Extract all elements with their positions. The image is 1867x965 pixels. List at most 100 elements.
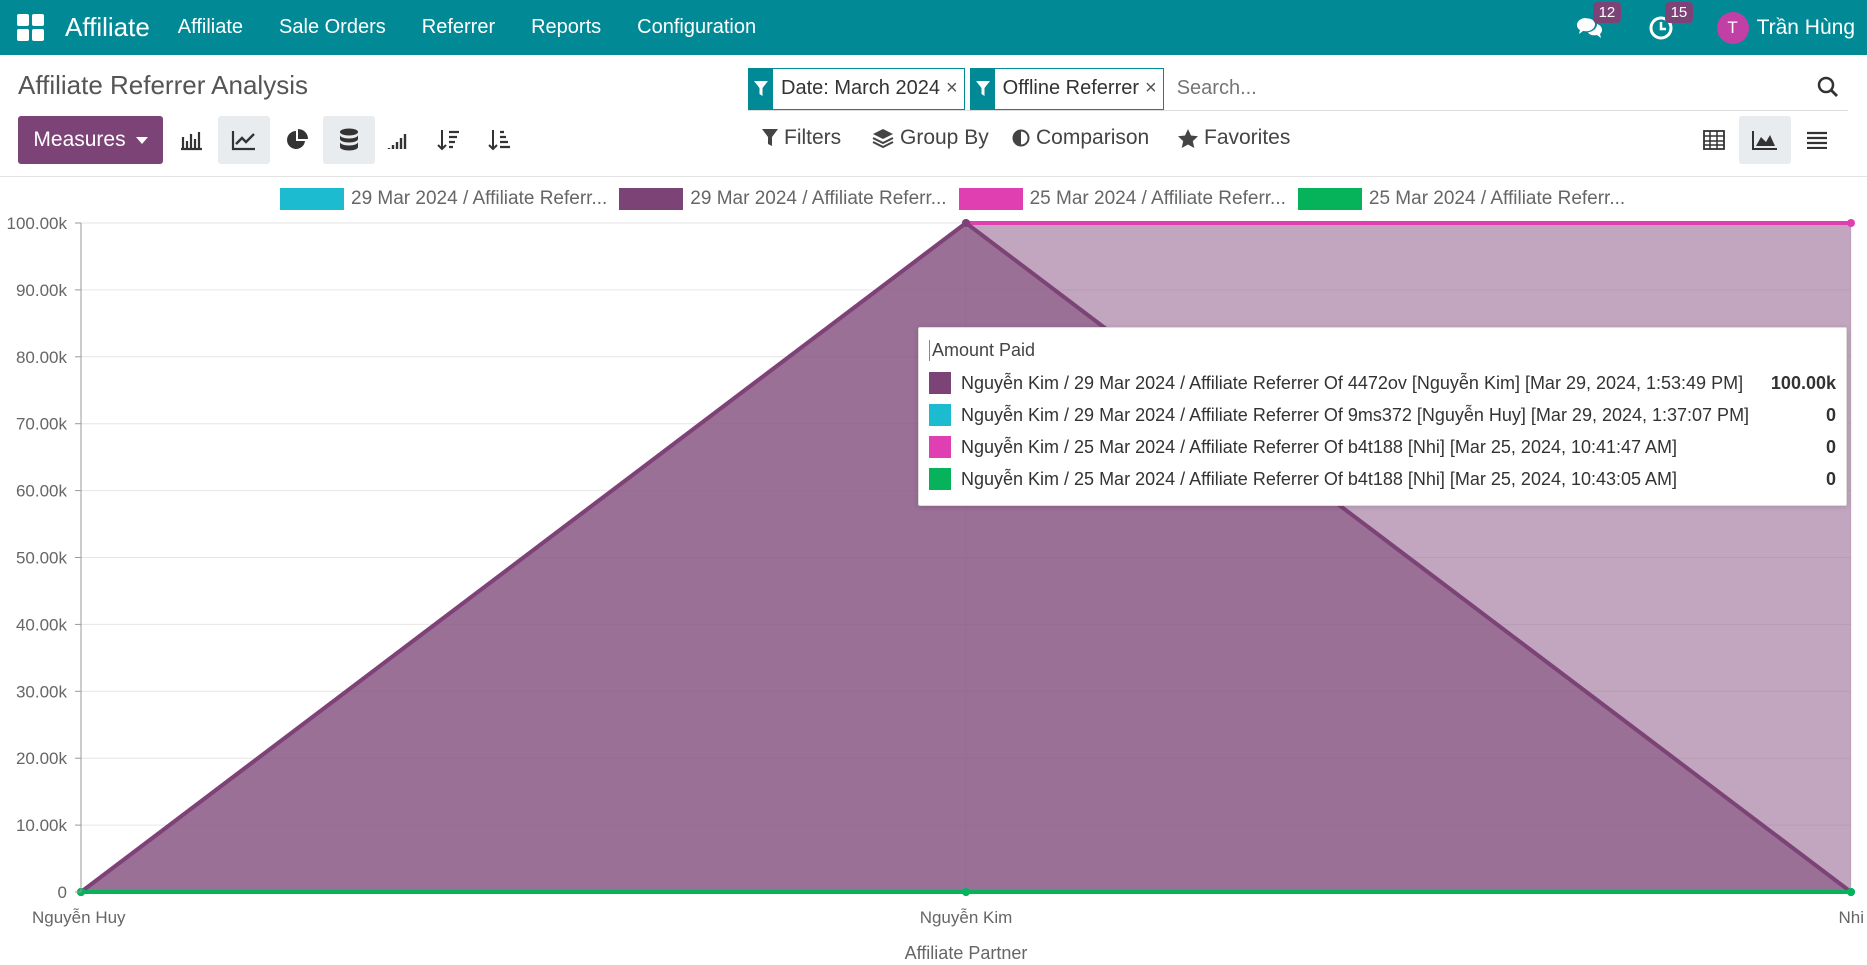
tooltip-label: Nguyễn Kim / 25 Mar 2024 / Affiliate Ref…	[961, 436, 1678, 457]
page-title: Affiliate Referrer Analysis	[18, 70, 308, 100]
tooltip-label: Nguyễn Kim / 29 Mar 2024 / Affiliate Ref…	[961, 404, 1750, 425]
line-chart-button[interactable]	[218, 116, 270, 164]
tooltip-title: Amount Paid	[929, 340, 1836, 361]
tooltip-value: 0	[1825, 468, 1836, 489]
cumulative-button[interactable]	[372, 116, 424, 164]
bar-chart-button[interactable]	[165, 116, 217, 164]
filter-icon	[762, 129, 778, 146]
y-tick-label: 60.00k	[16, 482, 68, 501]
facet-date-label: Date: March 2024	[781, 77, 940, 99]
top-navbar: Affiliate Affiliate Sale Orders Referrer…	[0, 0, 1867, 55]
pie-chart-button[interactable]	[271, 116, 323, 164]
table-icon	[1703, 130, 1725, 150]
tooltip-row: Nguyễn Kim / 29 Mar 2024 / Affiliate Ref…	[929, 367, 1836, 399]
measures-label: Measures	[33, 128, 126, 151]
area-chart-icon	[1752, 131, 1777, 150]
tooltip-value: 0	[1825, 436, 1836, 457]
messages-button[interactable]: 12	[1573, 1, 1622, 44]
y-tick-label: 10.00k	[16, 816, 68, 835]
tooltip-swatch	[929, 372, 951, 394]
tooltip-row: Nguyễn Kim / 29 Mar 2024 / Affiliate Ref…	[929, 399, 1836, 431]
favorites-label: Favorites	[1204, 126, 1291, 149]
measures-button[interactable]: Measures	[18, 116, 163, 164]
tooltip-value: 100.00k	[1770, 372, 1836, 393]
tooltip-value: 0	[1825, 404, 1836, 425]
chart-tooltip: Amount Paid Nguyễn Kim / 29 Mar 2024 / A…	[918, 327, 1847, 506]
comparison-toggle[interactable]: Comparison	[1012, 126, 1149, 150]
nav-reports[interactable]: Reports	[531, 16, 601, 39]
x-tick-label: Nguyễn Kim	[920, 908, 1013, 927]
search-icon[interactable]	[1816, 75, 1840, 104]
tooltip-row: Nguyễn Kim / 25 Mar 2024 / Affiliate Ref…	[929, 463, 1836, 495]
facet-offline-remove-icon[interactable]: ×	[1145, 69, 1163, 109]
data-point[interactable]	[1847, 219, 1855, 227]
filter-icon	[970, 68, 995, 109]
groupby-label: Group By	[900, 126, 989, 149]
facet-date: Date: March 2024 ×	[748, 67, 965, 110]
nav-referrer[interactable]: Referrer	[422, 16, 495, 39]
facet-offline-label: Offline Referrer	[1002, 77, 1140, 99]
activities-badge: 15	[1664, 1, 1694, 23]
y-tick-label: 40.00k	[16, 615, 68, 634]
app-brand[interactable]: Affiliate	[65, 12, 150, 43]
line-chart-icon	[231, 131, 255, 151]
y-tick-label: 100.00k	[7, 214, 68, 233]
data-point[interactable]	[1847, 888, 1855, 896]
layers-icon	[872, 129, 894, 148]
comparison-label: Comparison	[1036, 126, 1150, 149]
apps-menu-icon[interactable]	[17, 13, 45, 42]
star-icon	[1178, 128, 1198, 148]
search-input[interactable]	[1168, 77, 1848, 100]
pivot-view-button[interactable]	[1688, 116, 1740, 164]
x-axis-title: Affiliate Partner	[904, 943, 1028, 963]
tooltip-swatch	[929, 436, 951, 458]
list-view-button[interactable]	[1791, 116, 1843, 164]
nav-sale-orders[interactable]: Sale Orders	[279, 16, 386, 39]
nav-configuration[interactable]: Configuration	[637, 16, 756, 39]
sort-ascending-button[interactable]	[474, 116, 526, 164]
activities-button[interactable]: 15	[1645, 1, 1694, 44]
tooltip-swatch	[929, 468, 951, 490]
filters-toggle[interactable]: Filters	[762, 126, 841, 150]
user-avatar[interactable]: T	[1716, 11, 1749, 44]
search-bar: Date: March 2024 × Offline Referrer ×	[748, 67, 1848, 111]
filters-label: Filters	[784, 126, 842, 149]
y-tick-label: 70.00k	[16, 415, 68, 434]
sort-descending-button[interactable]	[423, 116, 475, 164]
graph-view-button[interactable]	[1739, 116, 1791, 164]
data-point[interactable]	[962, 888, 970, 896]
groupby-toggle[interactable]: Group By	[872, 126, 989, 150]
favorites-toggle[interactable]: Favorites	[1178, 126, 1290, 150]
facet-date-remove-icon[interactable]: ×	[946, 69, 964, 109]
nav-affiliate[interactable]: Affiliate	[178, 16, 243, 39]
area-chart: 0 10.00k 20.00k 30.00k 40.00k 50.00k 60.00k 70.…	[7, 214, 1865, 927]
stacked-button[interactable]	[323, 116, 375, 164]
x-tick-label: Nhi	[1838, 908, 1864, 927]
pie-chart-icon	[287, 129, 308, 149]
facet-offline-referrer: Offline Referrer ×	[969, 67, 1164, 110]
y-axis-ticks: 0 10.00k 20.00k 30.00k 40.00k 50.00k 60.00k 70.…	[7, 214, 82, 902]
tooltip-label: Nguyễn Kim / 29 Mar 2024 / Affiliate Ref…	[961, 372, 1744, 393]
y-tick-label: 80.00k	[16, 348, 68, 367]
caret-down-icon	[135, 136, 148, 144]
data-point[interactable]	[962, 219, 970, 227]
signal-icon	[387, 134, 407, 149]
x-tick-label: Nguyễn Huy	[32, 908, 126, 927]
y-tick-label: 20.00k	[16, 749, 68, 768]
control-panel-divider	[0, 176, 1867, 177]
x-axis-ticks: Nguyễn Huy Nguyễn Kim Nhi	[32, 908, 1864, 927]
tooltip-swatch	[929, 404, 951, 426]
bar-chart-icon	[181, 132, 202, 151]
systray: 12 15 T Trần Hùng	[1573, 0, 1855, 55]
tooltip-row: Nguyễn Kim / 25 Mar 2024 / Affiliate Ref…	[929, 431, 1836, 463]
filter-icon	[749, 68, 773, 109]
list-icon	[1807, 131, 1827, 149]
y-tick-label: 50.00k	[16, 549, 68, 568]
y-tick-label: 90.00k	[16, 281, 68, 300]
sort-descending-icon	[437, 130, 459, 151]
y-tick-label: 0	[58, 883, 67, 902]
adjust-icon	[1012, 129, 1030, 147]
messages-badge: 12	[1592, 1, 1622, 23]
user-name[interactable]: Trần Hùng	[1757, 16, 1855, 40]
tooltip-label: Nguyễn Kim / 25 Mar 2024 / Affiliate Ref…	[961, 468, 1678, 489]
